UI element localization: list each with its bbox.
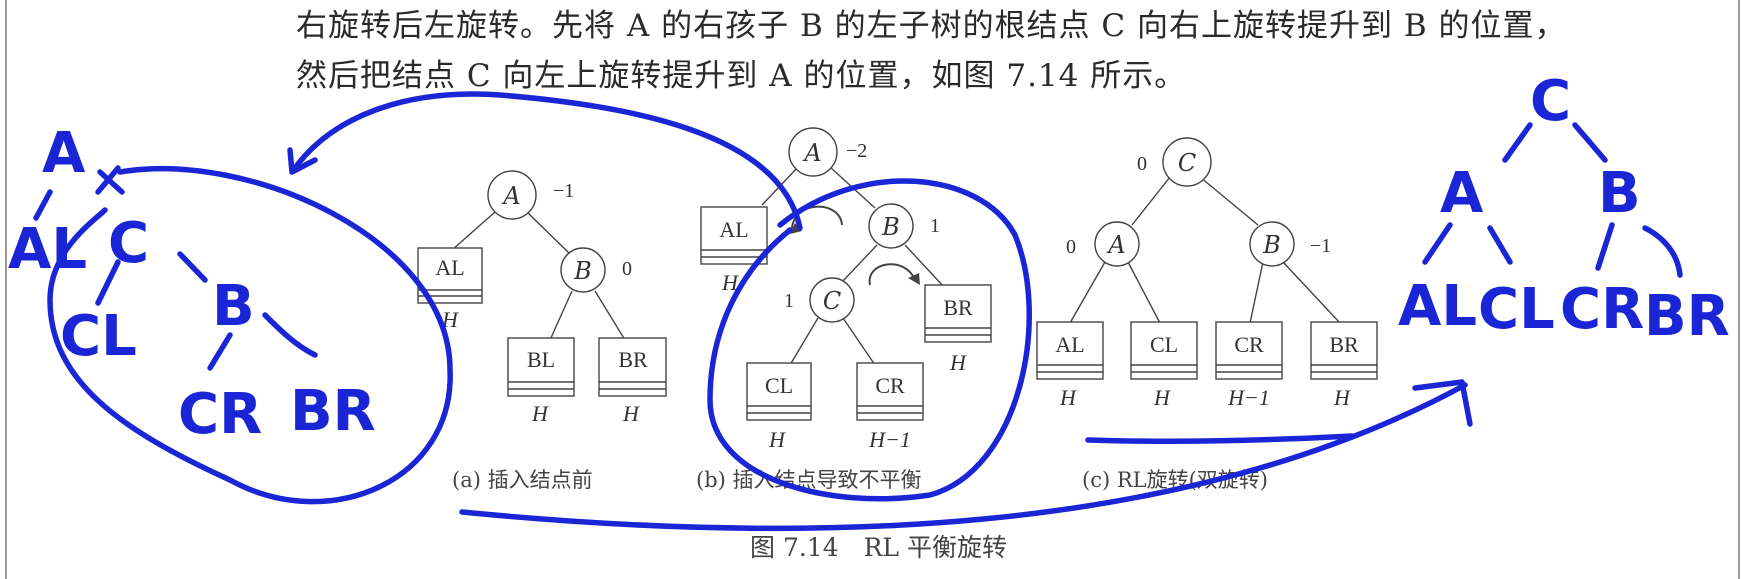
hw-left-B: B (212, 274, 255, 339)
height-a-BR: H (622, 401, 640, 426)
box-label-a-BL: BL (527, 347, 555, 372)
box-label-c-CL: CL (1150, 332, 1178, 357)
box-label-a-BR: BR (618, 347, 648, 372)
hw-left-edge-A-AL (33, 189, 53, 221)
box-label-c-AL: AL (1055, 332, 1084, 357)
hw-left-edge-C-B (177, 251, 208, 283)
hw-left-BR: BR (290, 379, 376, 444)
balance-a-B: 0 (622, 258, 632, 280)
hw-left-CR: CR (178, 382, 262, 447)
caption-a: (a) 插入结点前 (452, 468, 593, 492)
node-label-c-A: A (1106, 231, 1125, 259)
height-c-AL: H (1059, 385, 1077, 410)
box-label-c-CR: CR (1234, 332, 1264, 357)
node-label-b-A: A (802, 139, 821, 167)
balance-c-B: −1 (1310, 235, 1331, 257)
hw-right-BR: BR (1644, 284, 1730, 349)
box-label-b-CL: CL (765, 373, 793, 398)
hw-right-B: B (1598, 161, 1641, 226)
balance-b-A: −2 (846, 140, 867, 162)
hw-bottom-arrowhead-icon (1412, 379, 1473, 427)
balance-b-B: 1 (930, 215, 940, 237)
height-b-CL: H (768, 427, 786, 452)
height-c-CR: H−1 (1227, 385, 1270, 410)
height-a-BL: H (531, 401, 549, 426)
hw-right-CL: CL (1478, 277, 1555, 342)
box-label-c-BR: BR (1329, 332, 1359, 357)
node-label-c-B: B (1262, 231, 1281, 259)
hw-right-A: A (1440, 161, 1484, 226)
avl-rl-rotation-diagram: A −1 B 0 AL H BL H BR H (a) 插入结点前 A −2 B (8, 69, 1730, 562)
height-c-CL: H (1153, 385, 1171, 410)
box-label-b-AL: AL (719, 217, 748, 242)
hw-underline (1085, 433, 1355, 444)
hw-bottom-arc (459, 382, 1468, 532)
hw-left-edge-B-CR (207, 332, 233, 371)
rotate-arrowhead-mid-icon (908, 273, 920, 285)
hw-right-edge-C-B (1572, 122, 1608, 163)
node-label-a-A: A (501, 182, 520, 210)
hw-right-C: C (1530, 69, 1571, 134)
node-label-c-C: C (1178, 149, 1196, 177)
hw-right-edge-C-A (1502, 122, 1533, 163)
node-label-b-B: B (881, 213, 900, 241)
hw-right-edge-A-CL (1487, 225, 1513, 265)
hw-right-CR: CR (1560, 277, 1644, 342)
balance-b-C: 1 (784, 290, 794, 312)
height-b-BR: H (949, 350, 967, 375)
hw-left-AL: AL (8, 217, 87, 282)
height-b-CR: H−1 (868, 427, 911, 452)
hw-left-CL: CL (60, 304, 137, 369)
hw-right-edge-B-CR (1595, 222, 1615, 271)
node-label-a-B: B (573, 257, 592, 285)
balance-c-C: 0 (1137, 153, 1147, 175)
height-c-BR: H (1333, 385, 1351, 410)
hw-right-AL: AL (1398, 274, 1477, 339)
balance-a-A: −1 (553, 180, 574, 202)
hw-right-edge-A-AL (1422, 222, 1453, 265)
subfigure-b: A −2 B 1 C 1 AL H BR H CL H CR H−1 (b) 插… (696, 127, 992, 492)
handwriting-layer: A AL C CL B CR BR C A B AL CL CR BR (8, 69, 1730, 532)
subfigure-a: A −1 B 0 AL H BL H BR H (a) 插入结点前 (417, 170, 667, 492)
balance-c-A: 0 (1066, 236, 1076, 258)
box-label-b-BR: BR (943, 295, 973, 320)
hw-left-A: A (42, 121, 86, 186)
box-label-a-AL: AL (435, 255, 464, 280)
figure-caption: 图 7.14 RL 平衡旋转 (750, 533, 1007, 562)
rotate-arrow-mid-icon (868, 263, 916, 286)
hw-right-edge-B-BR (1642, 225, 1683, 278)
box-label-b-CR: CR (875, 373, 905, 398)
node-label-b-C: C (823, 287, 841, 315)
hw-left-edge-B-BR (262, 312, 318, 358)
